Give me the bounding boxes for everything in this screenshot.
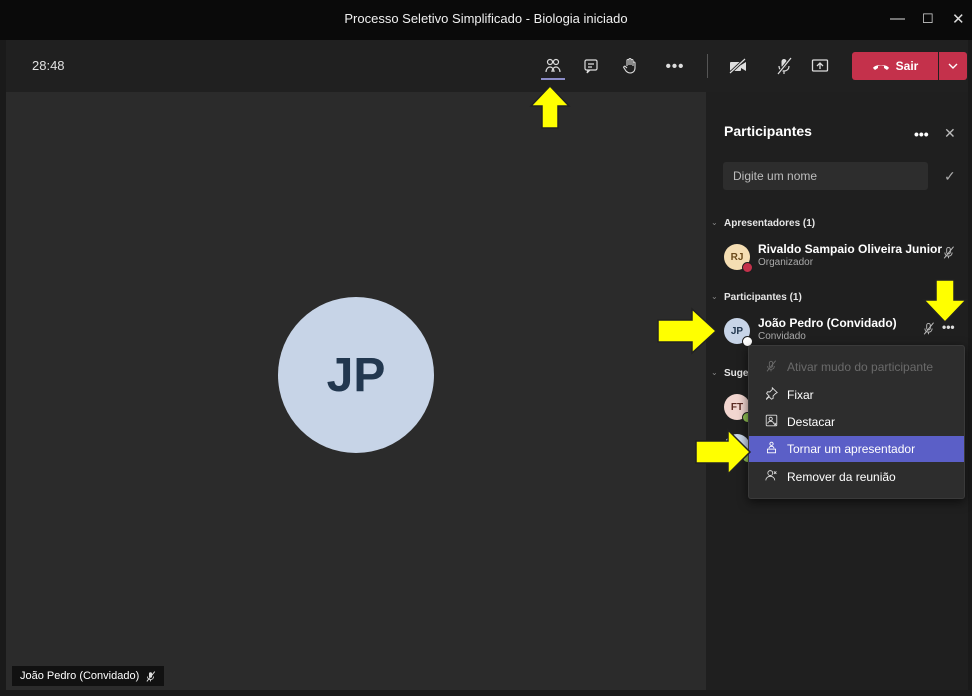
participants-active-indicator [541,78,565,80]
participants-icon [545,58,561,73]
video-stage: JP João Pedro (Convidado) [6,92,706,690]
maximize-icon[interactable]: ☐ [922,11,934,27]
chevron-down-icon[interactable]: ⌄ [711,368,718,377]
close-icon[interactable]: ✕ [944,125,956,142]
hand-icon [623,57,636,74]
menu-item-pin[interactable]: Fixar [749,382,964,408]
participants-section-header[interactable]: Participantes (1) [724,292,802,303]
suggestions-section-header[interactable]: Suge [724,368,748,379]
annotation-arrow-right-icon [657,307,718,355]
camera-off-icon [728,58,747,74]
raise-hand-button[interactable] [618,54,642,78]
stage-participant-name: João Pedro (Convidado) [20,670,140,682]
mic-off-icon [776,57,793,75]
chat-icon [584,59,598,74]
menu-item-spotlight[interactable]: Destacar [749,409,964,435]
show-participants-button[interactable] [541,54,565,78]
participant-role: Convidado [758,331,806,342]
leave-button[interactable]: Sair [852,52,938,80]
panel-title: Participantes [724,123,812,139]
mic-off-icon [922,322,935,338]
hang-up-icon [872,65,889,70]
toolbar-divider [707,54,708,78]
participant-large-avatar: JP [278,297,434,453]
participant-search[interactable] [723,162,928,190]
participant-context-menu: Ativar mudo do participante Fixar Destac… [748,345,965,499]
menu-item-mute-participant[interactable]: Ativar mudo do participante [749,354,964,380]
pin-icon [761,386,781,403]
mic-off-icon [146,670,156,682]
chevron-down-icon[interactable]: ⌄ [711,292,718,301]
show-chat-button[interactable] [579,54,603,78]
title-bar: Processo Seletivo Simplificado - Biologi… [0,0,972,40]
check-icon[interactable]: ✓ [944,168,956,185]
spotlight-icon [761,414,781,430]
close-window-icon[interactable]: ✕ [952,10,965,28]
presenter-name: Rivaldo Sampaio Oliveira Junior [758,242,943,256]
annotation-arrow-up-icon [529,84,571,129]
menu-item-label: Remover da reunião [787,470,896,484]
presenter-role: Organizador [758,257,814,268]
stage-name-chip: João Pedro (Convidado) [12,666,165,686]
share-tray-icon [811,59,829,72]
meeting-toolbar: 28:48 ••• Sair [6,40,968,92]
participant-name: João Pedro (Convidado) [758,316,897,330]
menu-item-label: Ativar mudo do participante [787,360,934,374]
remove-person-icon [761,469,781,485]
menu-item-make-presenter[interactable]: Tornar um apresentador [749,436,964,462]
leave-label: Sair [895,59,919,73]
more-actions-icon[interactable]: ••• [663,54,687,78]
annotation-arrow-down-icon [922,279,968,324]
share-screen-button[interactable] [808,54,832,78]
mic-toggle-button[interactable] [772,54,796,78]
leave-options-button[interactable] [939,52,967,80]
menu-item-label: Fixar [787,388,814,402]
presenters-section-header[interactable]: Apresentadores (1) [724,218,815,229]
mic-off-icon [942,246,955,262]
presenter-row[interactable]: RJ Rivaldo Sampaio Oliveira Junior Organ… [724,240,964,276]
meeting-timer: 28:48 [32,58,65,73]
presenter-icon [761,441,781,457]
annotation-arrow-right-icon [695,428,752,476]
mute-icon [761,359,781,375]
menu-item-label: Tornar um apresentador [787,442,916,456]
status-dot-busy [742,262,753,273]
menu-item-label: Destacar [787,415,836,429]
minimize-icon[interactable]: — [890,10,905,27]
menu-item-remove-from-meeting[interactable]: Remover da reunião [749,464,964,490]
window-title: Processo Seletivo Simplificado - Biologi… [344,11,628,26]
chevron-down-icon [948,63,958,69]
search-input[interactable] [723,162,928,190]
camera-toggle-button[interactable] [726,54,750,78]
panel-more-icon[interactable]: ••• [914,126,929,142]
chevron-down-icon[interactable]: ⌄ [711,218,718,227]
